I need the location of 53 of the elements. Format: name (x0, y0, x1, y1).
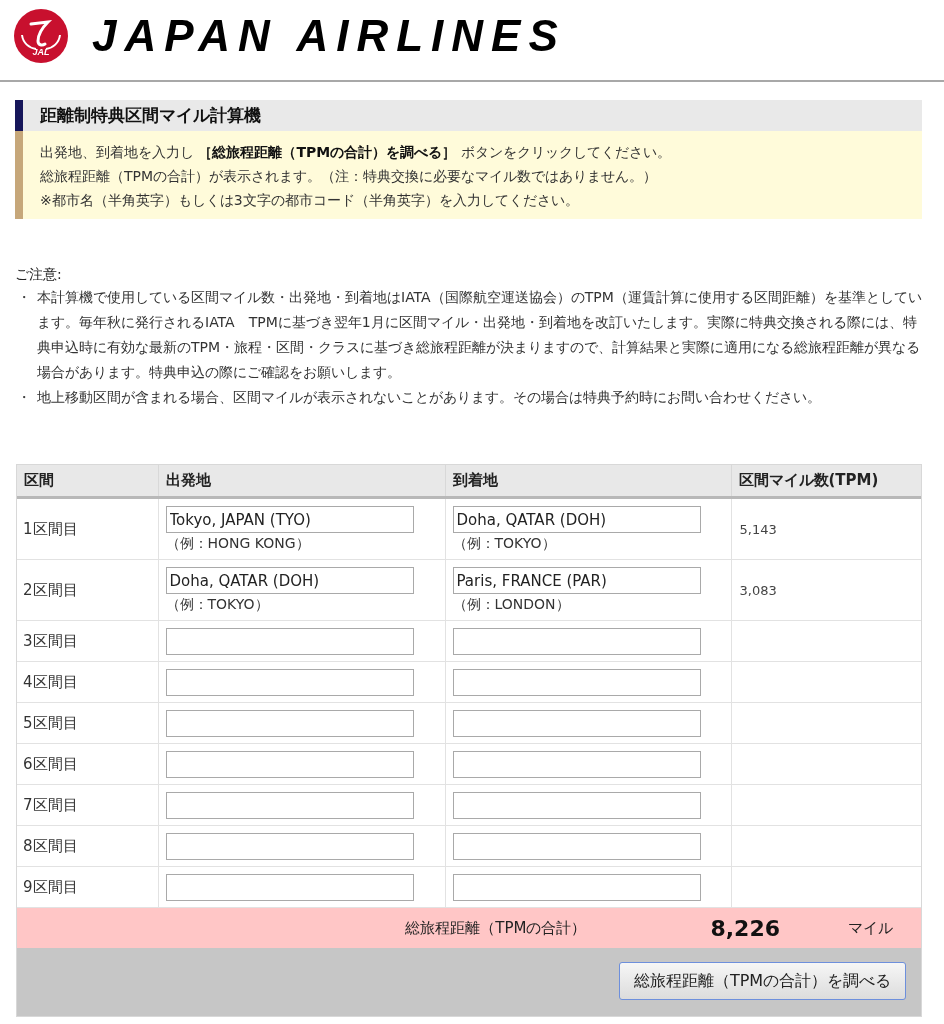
segment-label: 1区間目 (23, 520, 78, 538)
origin-input[interactable] (165, 833, 414, 860)
segment-label: 8区間目 (23, 837, 78, 855)
origin-input[interactable] (165, 792, 414, 819)
total-unit: マイル (848, 918, 893, 938)
destination-input[interactable] (452, 792, 701, 819)
destination-input[interactable] (452, 751, 701, 778)
segment-label: 9区間目 (23, 878, 78, 896)
origin-example: （例：HONG KONG） (165, 534, 311, 553)
logo-text: JAL (31, 47, 51, 57)
bullet: ・ (16, 388, 32, 407)
segment-label: 3区間目 (23, 632, 78, 650)
crane-logo-icon (14, 9, 68, 63)
total-label: 総旅程距離（TPMの合計） (405, 918, 587, 938)
total-value: 8,226 (710, 915, 780, 941)
origin-input[interactable] (165, 874, 414, 901)
destination-input[interactable] (452, 710, 701, 737)
origin-input[interactable]: Tokyo, JAPAN (TYO) (165, 506, 414, 533)
destination-input[interactable] (452, 628, 701, 655)
destination-example: （例：TOKYO） (452, 534, 557, 553)
column-header: 出発地 (158, 465, 445, 498)
bullet: ・ (16, 288, 32, 307)
origin-input[interactable] (165, 628, 414, 655)
notice-text: 地上移動区間が含まれる場合、区間マイルが表示されないことがあります。その場合は特典予約時にお問い合わせください。 (37, 388, 822, 407)
origin-input[interactable]: Doha, QATAR (DOH) (165, 567, 414, 594)
destination-input[interactable] (452, 874, 701, 901)
origin-example: （例：TOKYO） (165, 595, 270, 614)
instruction-text: ※都市名（半角英字）もしくは3文字の都市コード（半角英字）を入力してください。 (40, 191, 580, 210)
notice-heading: ご注意: (15, 265, 63, 284)
destination-input[interactable]: Doha, QATAR (DOH) (452, 506, 701, 533)
brand-name: JAPAN AIRLINES (92, 12, 566, 60)
instruction-text: 出発地、到着地を入力し ［総旅程距離（TPMの合計）を調べる］ ボタンをクリックしてください。 (40, 143, 672, 162)
calculator-title: 距離制特典区間マイル計算機 (15, 100, 922, 131)
origin-input[interactable] (165, 710, 414, 737)
segment-label: 2区間目 (23, 581, 78, 599)
segment-label: 6区間目 (23, 755, 78, 773)
segment-label: 4区間目 (23, 673, 78, 691)
calculate-button[interactable]: 総旅程距離（TPMの合計）を調べる (619, 962, 906, 1000)
column-header: 区間マイル数(TPM) (731, 465, 921, 498)
destination-example: （例：LONDON） (452, 595, 571, 614)
tpm-value: 5,143 (739, 522, 777, 537)
origin-input[interactable] (165, 669, 414, 696)
segment-label: 7区間目 (23, 796, 78, 814)
origin-input[interactable] (165, 751, 414, 778)
tpm-value: 3,083 (739, 583, 777, 598)
notice-text: 本計算機で使用している区間マイル数・出発地・到着地はIATA（国際航空運送協会）のTPM（運賃計算に使用する区間距離）を基準としています。毎年秋に発行されるIATA TPMに基づき翌年1月に区間マイル・出発地・到着地を改訂いたします。実際に特典交換される際には、特典申込時に有効な最新のTPM・旅程・区間・クラスに基づき総旅程距離が決まりますので、計算結果と実際に適用になる総旅程距離が異なる場合があります。特典申込の際にご確認をお願いします。 (37, 288, 922, 382)
instruction-text: 総旅程距離（TPMの合計）が表示されます。（注：特典交換に必要なマイル数ではありません。） (40, 167, 659, 186)
destination-input[interactable] (452, 833, 701, 860)
destination-input[interactable] (452, 669, 701, 696)
column-header: 区間 (17, 465, 158, 498)
segment-label: 5区間目 (23, 714, 78, 732)
destination-input[interactable]: Paris, FRANCE (PAR) (452, 567, 701, 594)
column-header: 到着地 (445, 465, 731, 498)
